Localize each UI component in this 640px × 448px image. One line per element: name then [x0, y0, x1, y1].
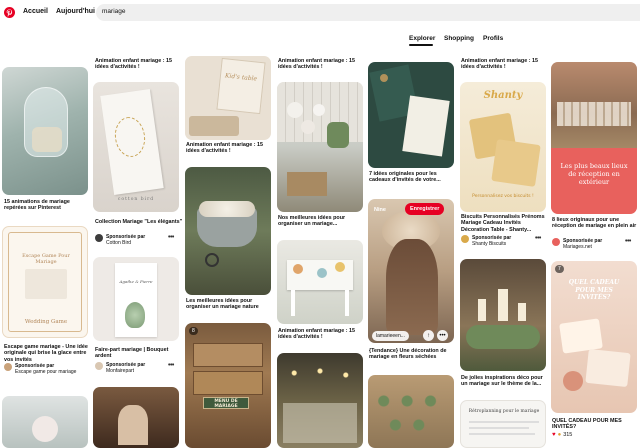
pin-caption[interactable]: De jolies inspirations déco pour un mari… — [461, 375, 549, 388]
pin-image-cotton-bird-invitation[interactable]: cotton bird — [93, 82, 179, 212]
document-title-text: Rétroplanning pour le mariage — [468, 409, 540, 414]
pin-image-wheelbarrow-flowers[interactable] — [185, 167, 271, 295]
more-options-icon[interactable]: ••• — [168, 234, 174, 241]
save-button[interactable]: Enregistrer — [405, 203, 445, 215]
sponsor-avatar — [95, 234, 103, 242]
pin-caption[interactable]: Les meilleures idées pour organiser un m… — [186, 298, 274, 311]
pin-caption[interactable]: Animation enfant mariage : 15 idées d'ac… — [461, 58, 549, 71]
board-selector-button[interactable]: Nine — [369, 204, 391, 216]
reactions-row[interactable]: ♥ ● 315 — [552, 432, 572, 438]
sponsor-name: Escape game pour mariage — [15, 369, 77, 375]
pin-image-shanty-biscuits[interactable]: Shanty Personnalisez vos biscuits ! — [460, 82, 546, 212]
pin-caption[interactable]: QUEL CADEAU POUR MES INVITÉS? — [552, 418, 640, 431]
tab-explore[interactable]: Explorer — [409, 35, 435, 42]
image-title-text: Escape Game Pour Mariage — [22, 253, 70, 265]
sponsor-text: Sponsorisée par Monfairepart — [106, 362, 145, 374]
sponsor-text: Sponsorisée par Shanty Biscuits — [472, 235, 511, 247]
pin-caption[interactable]: Animation enfant mariage : 15 idées d'ac… — [95, 58, 183, 71]
pin-image-wedding-guest-jar[interactable] — [2, 67, 88, 195]
sponsor-name: Shanty Biscuits — [472, 241, 507, 247]
pin-image-outdoor-venue[interactable]: Les plus beaux lieux de réception en ext… — [551, 62, 637, 214]
like-icon: ● — [557, 432, 562, 438]
sponsor-text: Sponsorisée par Cotton Bird — [106, 234, 145, 246]
sponsor-block[interactable]: Sponsorisée par Monfairepart — [95, 362, 165, 374]
brand-logo-text: Shanty — [483, 90, 523, 101]
pin-image-bride-bouquet[interactable] — [2, 396, 88, 448]
sponsor-avatar — [95, 362, 103, 370]
image-count-badge: 8 — [189, 327, 198, 335]
sponsor-name: Cotton Bird — [106, 240, 132, 246]
pin-caption[interactable]: Escape game mariage - Une idée originale… — [4, 344, 88, 363]
pin-image-bride-portrait[interactable] — [93, 387, 179, 448]
more-options-icon[interactable]: ••• — [625, 238, 631, 245]
nav-home-link[interactable]: Accueil — [23, 8, 48, 15]
sponsor-name: Mariages.net — [563, 244, 592, 250]
sponsor-text: Sponsorisée par Escape game pour mariage — [15, 363, 76, 375]
sponsor-avatar — [552, 238, 560, 246]
tab-profiles[interactable]: Profils — [483, 35, 503, 42]
pin-image-dried-flowers-bride[interactable] — [368, 199, 454, 343]
invitation-names-text: Agathe & Pierre — [119, 279, 153, 284]
pin-caption[interactable]: 8 lieux originaux pour une réception de … — [552, 217, 640, 230]
pin-image-escape-game[interactable]: Escape Game Pour Mariage Wedding Game — [2, 226, 88, 338]
nav-today-link[interactable]: Aujourd'hui — [56, 8, 95, 15]
venue-headline-text: Les plus beaux lieux de réception en ext… — [560, 162, 628, 186]
brand-watermark-text: cotton bird — [117, 197, 155, 202]
sponsor-name: Monfairepart — [106, 368, 135, 374]
pin-image-floral-invitation[interactable]: Agathe & Pierre — [93, 257, 179, 341]
pin-image-kids-table-games[interactable] — [277, 240, 363, 324]
pin-caption[interactable]: Animation enfant mariage : 15 idées d'ac… — [278, 58, 366, 71]
more-options-icon[interactable]: ••• — [168, 362, 174, 369]
pin-image-retroplanning[interactable]: Rétroplanning pour le mariage — [460, 400, 546, 448]
pin-caption[interactable]: Biscuits Personnalisés Prénoms Mariage C… — [461, 214, 549, 233]
search-input[interactable]: mariage — [96, 4, 640, 21]
sponsor-block[interactable]: Sponsorisée par Cotton Bird — [95, 234, 165, 246]
pin-image-candles-decor[interactable] — [460, 259, 546, 371]
top-navigation-bar: Accueil Aujourd'hui mariage — [0, 0, 640, 26]
source-link-pill[interactable]: lamarieeen... — [372, 331, 409, 341]
pin-image-wooden-crates-menu[interactable]: MENU DE MARIAGE — [185, 323, 271, 448]
pin-image-balloons-barn[interactable] — [277, 82, 363, 212]
more-options-icon[interactable]: ••• — [535, 235, 541, 242]
heart-icon: ♥ — [552, 432, 556, 438]
tab-shopping[interactable]: Shopping — [444, 35, 474, 42]
pinterest-logo-icon[interactable] — [4, 7, 15, 18]
share-icon[interactable]: ↑ — [423, 330, 434, 341]
pin-caption[interactable]: Faire-part mariage | Bouquet ardent — [95, 347, 183, 360]
sponsor-block[interactable]: Sponsorisée par Escape game pour mariage — [4, 363, 84, 375]
pin-caption[interactable]: 7 idées originales pour les cadeaux d'in… — [369, 171, 457, 184]
pin-image-guest-gifts[interactable]: QUEL CADEAU POUR MES INVITÉS? — [551, 261, 637, 413]
pin-caption[interactable]: Animation enfant mariage : 15 idées d'ac… — [278, 328, 366, 341]
sponsor-avatar — [461, 235, 469, 243]
sponsor-text: Sponsorisée par Mariages.net — [563, 238, 602, 250]
menu-sign-text: MENU DE MARIAGE — [214, 399, 238, 409]
pin-caption[interactable]: Nos meilleures idées pour organiser un m… — [278, 215, 366, 228]
gift-headline-text: QUEL CADEAU POUR MES INVITÉS? — [568, 279, 620, 301]
pin-image-succulent-favors[interactable] — [368, 375, 454, 448]
pin-caption[interactable]: 15 animations de mariage repérées sur Pi… — [4, 199, 88, 212]
more-options-icon[interactable]: ••• — [437, 330, 448, 341]
active-tab-indicator — [409, 44, 433, 46]
pin-caption[interactable]: {Tendance} Une décoration de mariage en … — [369, 348, 457, 361]
sponsor-block[interactable]: Sponsorisée par Mariages.net — [552, 238, 622, 250]
pin-image-reception-lights[interactable] — [277, 353, 363, 448]
pin-caption[interactable]: Collection Mariage "Les élégants" — [95, 219, 183, 225]
image-count-badge: 7 — [555, 265, 564, 273]
search-query-text: mariage — [102, 8, 126, 15]
image-subtitle-text: Wedding Game — [24, 319, 68, 325]
reaction-count: 315 — [563, 432, 573, 438]
pin-image-green-envelopes[interactable] — [368, 62, 454, 168]
sponsor-block[interactable]: Sponsorisée par Shanty Biscuits — [461, 235, 531, 247]
promo-text: Personnalisez vos biscuits ! — [472, 194, 534, 199]
sponsor-avatar — [4, 363, 12, 371]
pin-caption[interactable]: Animation enfant mariage : 15 idées d'ac… — [186, 142, 274, 155]
pin-image-kids-table[interactable]: Kid's table — [185, 56, 271, 140]
